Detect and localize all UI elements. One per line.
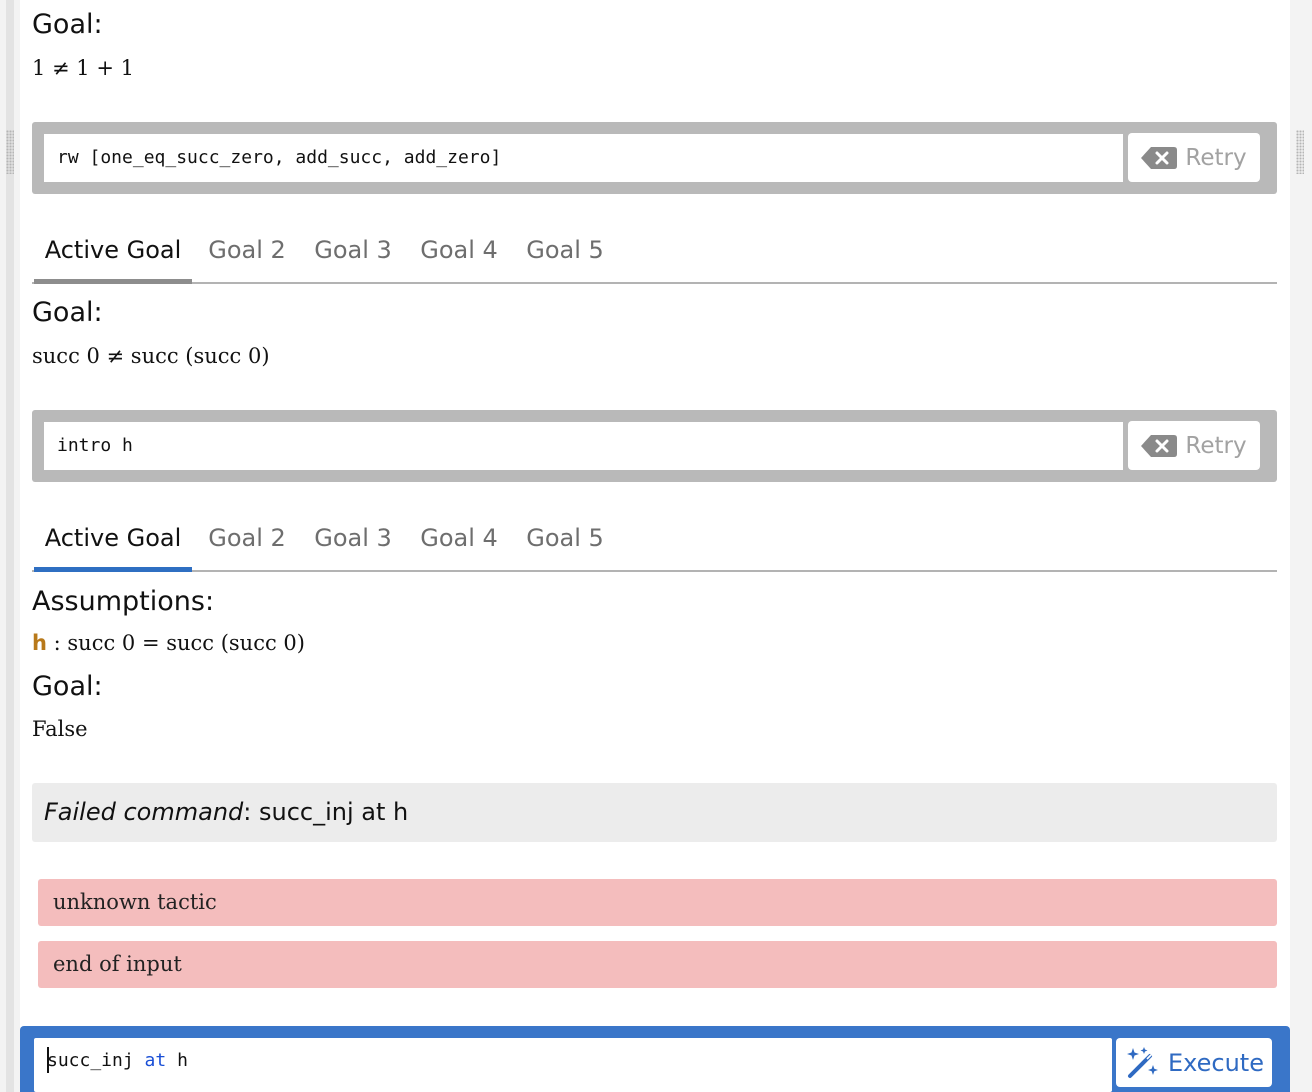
text-cursor xyxy=(47,1047,49,1073)
command-text: rw [one_eq_succ_zero, add_succ, add_zero… xyxy=(44,134,1123,182)
tab-goal-5[interactable]: Goal 5 xyxy=(512,222,618,282)
command-history-item: intro h Retry xyxy=(32,410,1277,482)
tab-goal-2[interactable]: Goal 2 xyxy=(194,510,300,570)
tab-goal-5[interactable]: Goal 5 xyxy=(512,510,618,570)
goal-expression: False xyxy=(32,717,88,741)
retry-label: Retry xyxy=(1185,432,1247,459)
tab-goal-4[interactable]: Goal 4 xyxy=(406,222,512,282)
hypothesis-separator: : xyxy=(53,631,61,655)
input-token-hypothesis: h xyxy=(177,1050,188,1071)
left-gutter xyxy=(0,0,20,1092)
command-input[interactable]: succ_inj at h xyxy=(34,1038,1112,1092)
retry-button[interactable]: Retry xyxy=(1128,421,1260,470)
backspace-x-icon xyxy=(1141,434,1178,457)
active-tab-indicator xyxy=(34,279,192,284)
magic-wand-icon xyxy=(1127,1046,1158,1078)
input-token-keyword: at xyxy=(144,1050,167,1071)
tab-goal-4[interactable]: Goal 4 xyxy=(406,510,512,570)
failed-command-box: Failed command: succ_inj at h xyxy=(32,783,1277,842)
tab-goal-3[interactable]: Goal 3 xyxy=(300,222,406,282)
goal-heading: Goal: xyxy=(32,671,103,702)
goal-heading: Goal: xyxy=(32,297,103,328)
command-text: intro h xyxy=(44,422,1123,470)
goal-tabs: Active Goal Goal 2 Goal 3 Goal 4 Goal 5 xyxy=(32,222,1277,284)
left-resize-grip-icon[interactable] xyxy=(6,130,14,174)
right-gutter xyxy=(1290,0,1312,1092)
error-message: unknown tactic xyxy=(38,879,1277,926)
retry-label: Retry xyxy=(1185,144,1247,171)
right-resize-grip-icon[interactable] xyxy=(1296,130,1304,174)
assumptions-heading: Assumptions: xyxy=(32,586,215,617)
tab-goal-3[interactable]: Goal 3 xyxy=(300,510,406,570)
execute-button[interactable]: Execute xyxy=(1116,1038,1272,1087)
failed-command-separator: : xyxy=(243,798,252,826)
tab-goal-2[interactable]: Goal 2 xyxy=(194,222,300,282)
goal-heading: Goal: xyxy=(32,9,103,40)
goal-tabs: Active Goal Goal 2 Goal 3 Goal 4 Goal 5 xyxy=(32,510,1277,572)
command-input-bar: succ_inj at h Execute xyxy=(20,1026,1290,1092)
assumption-row: h : succ 0 = succ (succ 0) xyxy=(32,631,305,655)
goal-expression: succ 0 ≠ succ (succ 0) xyxy=(32,344,270,368)
tab-active-goal[interactable]: Active Goal xyxy=(32,510,194,570)
hypothesis-expression: succ 0 = succ (succ 0) xyxy=(67,631,305,655)
execute-label: Execute xyxy=(1168,1048,1264,1077)
failed-command-label: Failed command xyxy=(44,798,244,826)
retry-button[interactable]: Retry xyxy=(1128,133,1260,182)
backspace-x-icon xyxy=(1141,146,1178,169)
error-message: end of input xyxy=(38,941,1277,988)
command-history-item: rw [one_eq_succ_zero, add_succ, add_zero… xyxy=(32,122,1277,194)
proof-panel: Goal: 1 ≠ 1 + 1 rw [one_eq_succ_zero, ad… xyxy=(20,0,1290,1092)
goal-expression: 1 ≠ 1 + 1 xyxy=(32,56,134,80)
active-tab-indicator xyxy=(34,567,192,572)
hypothesis-name: h xyxy=(32,631,47,655)
input-token-tactic: succ_inj xyxy=(47,1050,134,1071)
failed-command-text: succ_inj at h xyxy=(259,798,409,826)
tab-active-goal[interactable]: Active Goal xyxy=(32,222,194,282)
